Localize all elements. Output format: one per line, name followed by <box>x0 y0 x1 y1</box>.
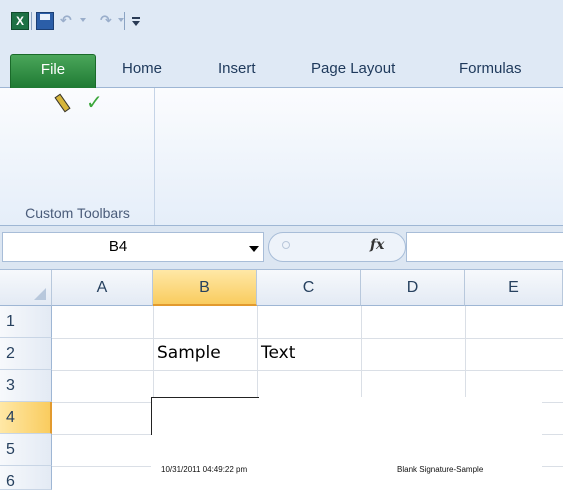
cell-c2[interactable]: Text <box>261 343 295 363</box>
column-header-d[interactable]: D <box>361 270 465 306</box>
insert-function-icon[interactable]: fx <box>370 237 384 253</box>
ribbon-tabs: File Home Insert Page Layout Formulas <box>0 46 563 88</box>
tab-page-layout[interactable]: Page Layout <box>303 54 403 88</box>
row-header-3[interactable]: 3 <box>0 370 52 402</box>
cell-b2[interactable]: Sample <box>157 343 221 363</box>
selection-border <box>151 397 259 398</box>
grid-line <box>52 370 563 371</box>
name-box-value: B4 <box>108 238 128 255</box>
formula-input[interactable] <box>406 232 563 262</box>
row-header-2[interactable]: 2 <box>0 338 52 370</box>
grid-line <box>52 338 563 339</box>
tab-file[interactable]: File <box>10 54 96 88</box>
column-header-b[interactable]: B <box>153 270 257 306</box>
signature-timestamp: 10/31/2011 04:49:22 pm <box>161 465 248 474</box>
signature-line-object[interactable]: 10/31/2011 04:49:22 pm Blank Signature-S… <box>151 397 542 490</box>
column-header-a[interactable]: A <box>52 270 153 306</box>
customize-toolbar-icon[interactable] <box>130 12 142 30</box>
tab-formulas[interactable]: Formulas <box>451 54 530 88</box>
column-header-c[interactable]: C <box>257 270 361 306</box>
select-all-corner[interactable] <box>0 270 52 306</box>
redo-icon[interactable]: ↷ <box>100 12 114 30</box>
formula-bar-resize-icon[interactable] <box>282 241 290 249</box>
quick-access-toolbar: X ↶ ↷ <box>0 0 563 46</box>
ribbon-panel: ✓ Custom Toolbars <box>0 88 563 226</box>
toolbar-separator <box>124 12 125 30</box>
selection-border <box>151 397 152 435</box>
row-header-4[interactable]: 4 <box>0 402 52 434</box>
checkmark-icon[interactable]: ✓ <box>86 90 103 114</box>
name-box[interactable]: B4 <box>2 232 264 262</box>
column-header-e[interactable]: E <box>465 270 563 306</box>
toolbar-separator <box>31 12 32 30</box>
row-header-6[interactable]: 6 <box>0 466 52 490</box>
row-header-1[interactable]: 1 <box>0 306 52 338</box>
save-icon[interactable] <box>36 12 54 30</box>
undo-dropdown-icon[interactable] <box>80 18 86 22</box>
excel-app-icon[interactable]: X <box>11 12 29 30</box>
spreadsheet-grid: A B C D E 1 2 3 4 5 6 Sample Text 10/31/… <box>0 270 563 490</box>
custom-toolbars-group: ✓ Custom Toolbars <box>0 88 155 225</box>
pencil-icon[interactable] <box>52 94 70 114</box>
signature-label: Blank Signature-Sample <box>397 465 484 474</box>
group-label: Custom Toolbars <box>25 205 130 221</box>
row-header-5[interactable]: 5 <box>0 434 52 466</box>
undo-icon[interactable]: ↶ <box>60 12 74 30</box>
formula-bar: B4 fx <box>0 226 563 270</box>
tab-insert[interactable]: Insert <box>210 54 264 88</box>
tab-home[interactable]: Home <box>114 54 170 88</box>
name-box-dropdown-icon[interactable] <box>249 246 259 252</box>
